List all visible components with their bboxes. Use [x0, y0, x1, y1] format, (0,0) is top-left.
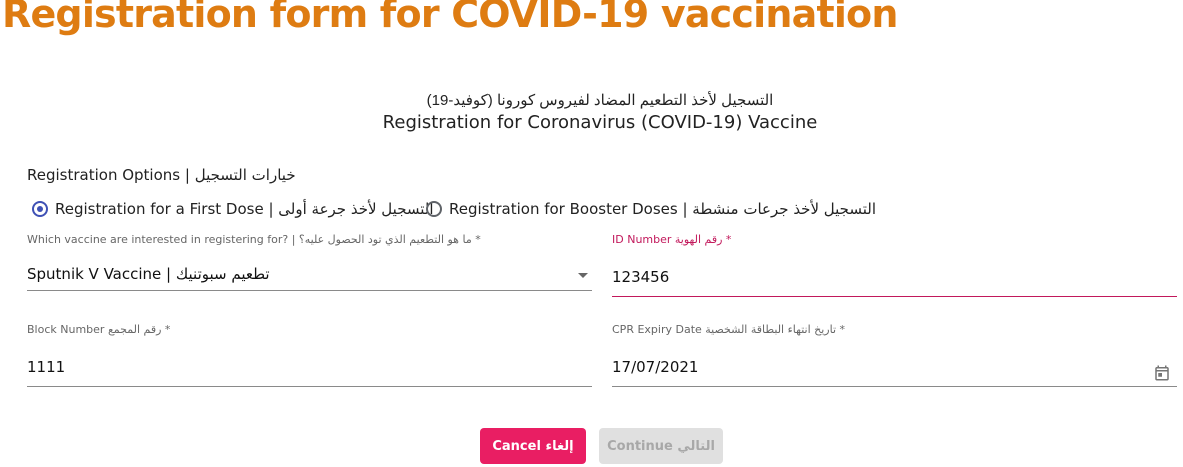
cpr-expiry-date-label: CPR Expiry Date تاريخ انتهاء البطاقة الش… [612, 323, 846, 336]
cancel-button[interactable]: Cancel إلغاء [480, 428, 586, 464]
vaccine-select-underline [27, 290, 592, 291]
vaccine-select-label: Which vaccine are interested in register… [27, 233, 481, 246]
vaccine-select[interactable]: Which vaccine are interested in register… [27, 233, 592, 293]
vaccine-select-value: Sputnik V Vaccine | تطعيم سبوتنيك [27, 265, 270, 283]
radio-first-dose-label: Registration for a First Dose | التسجيل … [55, 200, 434, 218]
id-number-field[interactable]: ID Number رقم الهوية * 123456 [612, 233, 1177, 299]
radio-unchecked-icon[interactable] [426, 201, 442, 217]
continue-button[interactable]: Continue التالي [599, 428, 723, 464]
block-number-label: Block Number رقم المجمع * [27, 323, 171, 336]
radio-checked-icon[interactable] [32, 201, 48, 217]
block-number-underline [27, 386, 592, 387]
cpr-expiry-date-input[interactable]: 17/07/2021 [612, 358, 698, 376]
page-subtitle-english: Registration for Coronavirus (COVID-19) … [382, 112, 818, 133]
page-subtitle-arabic: التسجيل لأخذ التطعيم المضاد لفيروس كورون… [426, 92, 774, 109]
id-number-input[interactable]: 123456 [612, 268, 669, 286]
calendar-icon[interactable] [1153, 364, 1171, 382]
id-number-underline [612, 296, 1177, 297]
cpr-expiry-date-field[interactable]: CPR Expiry Date تاريخ انتهاء البطاقة الش… [612, 323, 1177, 389]
page-title: Registration form for COVID-19 vaccinati… [2, 0, 898, 36]
radio-first-dose[interactable]: Registration for a First Dose | التسجيل … [32, 200, 434, 218]
cpr-expiry-date-underline [612, 386, 1177, 387]
chevron-down-icon[interactable] [578, 273, 588, 278]
radio-booster-doses-label: Registration for Booster Doses | التسجيل… [449, 200, 876, 218]
block-number-input[interactable]: 1111 [27, 358, 65, 376]
id-number-label: ID Number رقم الهوية * [612, 233, 732, 246]
radio-booster-doses[interactable]: Registration for Booster Doses | التسجيل… [426, 200, 876, 218]
block-number-field[interactable]: Block Number رقم المجمع * 1111 [27, 323, 592, 389]
registration-options-label: Registration Options | خيارات التسجيل [27, 166, 296, 184]
